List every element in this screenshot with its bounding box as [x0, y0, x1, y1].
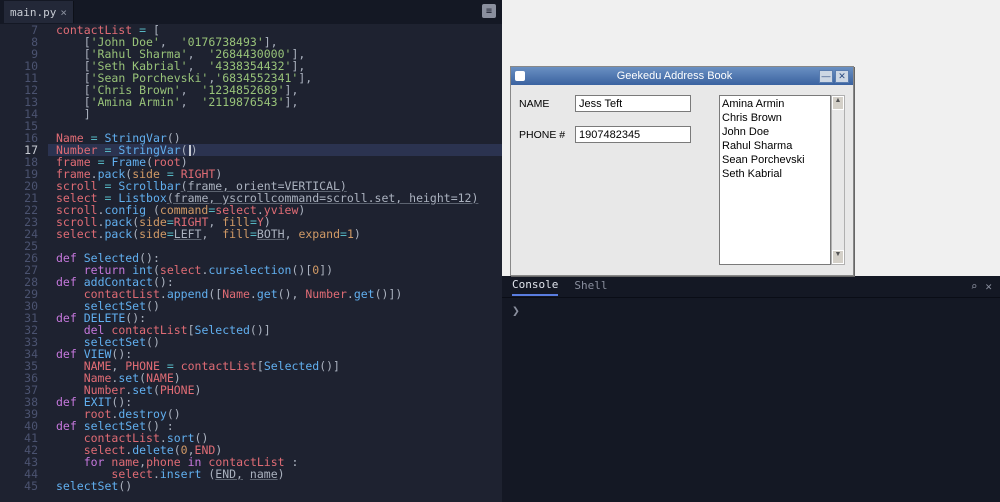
code-area[interactable]: 7891011121314151617181920212223242526272…	[0, 24, 502, 502]
form-column: NAME PHONE #	[519, 95, 719, 265]
list-item[interactable]: Seth Kabrial	[722, 167, 828, 181]
name-input[interactable]	[575, 95, 691, 112]
window-icon	[515, 71, 525, 81]
minimize-button[interactable]: —	[819, 70, 833, 83]
scroll-up-button[interactable]: ▲	[832, 96, 844, 110]
list-item[interactable]: John Doe	[722, 125, 828, 139]
listbox-wrap: Amina ArminChris BrownJohn DoeRahul Shar…	[719, 95, 845, 265]
window-title: Geekedu Address Book	[530, 70, 819, 82]
list-item[interactable]: Rahul Sharma	[722, 139, 828, 153]
editor-tab[interactable]: main.py ×	[4, 1, 74, 23]
console-tabs: Console Shell ⌕ ✕	[502, 276, 1000, 298]
editor-pane: main.py × ≡ 7891011121314151617181920212…	[0, 0, 502, 502]
console-prompt: ❯	[512, 304, 520, 319]
tab-console[interactable]: Console	[512, 278, 558, 296]
tab-shell[interactable]: Shell	[574, 279, 607, 295]
console-body[interactable]: ❯	[502, 298, 1000, 325]
window-titlebar[interactable]: Geekedu Address Book — ✕	[511, 67, 853, 85]
scroll-track[interactable]	[832, 110, 844, 250]
console-panel: Console Shell ⌕ ✕ ❯	[502, 276, 1000, 502]
search-icon[interactable]: ⌕	[971, 280, 978, 293]
line-number-gutter: 7891011121314151617181920212223242526272…	[0, 24, 48, 502]
code-content[interactable]: contactList = [ ['John Doe', '0176738493…	[48, 24, 502, 502]
listbox-scrollbar[interactable]: ▲ ▼	[831, 95, 845, 265]
close-icon[interactable]: ×	[60, 6, 67, 19]
output-preview: Geekedu Address Book — ✕ NAME PHONE #	[502, 0, 1000, 276]
scroll-down-button[interactable]: ▼	[832, 250, 844, 264]
right-pane: Geekedu Address Book — ✕ NAME PHONE #	[502, 0, 1000, 502]
name-label: NAME	[519, 98, 575, 110]
phone-label: PHONE #	[519, 129, 575, 141]
phone-input[interactable]	[575, 126, 691, 143]
contact-listbox[interactable]: Amina ArminChris BrownJohn DoeRahul Shar…	[719, 95, 831, 265]
tab-filename: main.py	[10, 6, 56, 19]
list-item[interactable]: Chris Brown	[722, 111, 828, 125]
tkinter-window[interactable]: Geekedu Address Book — ✕ NAME PHONE #	[510, 66, 854, 276]
list-item[interactable]: Sean Porchevski	[722, 153, 828, 167]
editor-settings-icon[interactable]: ≡	[482, 4, 496, 18]
list-item[interactable]: Amina Armin	[722, 97, 828, 111]
tab-bar: main.py × ≡	[0, 0, 502, 24]
console-close-icon[interactable]: ✕	[985, 280, 992, 293]
window-body: NAME PHONE # Amina ArminChris BrownJohn …	[511, 85, 853, 275]
close-button[interactable]: ✕	[835, 70, 849, 83]
